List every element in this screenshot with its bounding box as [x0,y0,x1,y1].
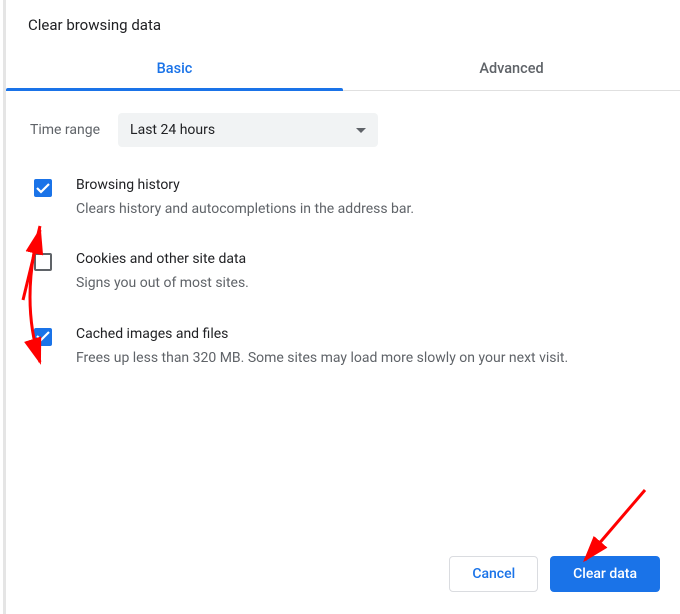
option-description: Signs you out of most sites. [76,273,652,293]
clear-browsing-data-dialog: Clear browsing data Basic Advanced Time … [3,0,680,614]
chevron-down-icon [356,122,366,138]
time-range-label: Time range [30,122,100,138]
button-label: Cancel [472,566,515,582]
cancel-button[interactable]: Cancel [449,556,538,592]
option-title: Cached images and files [76,326,652,342]
option-title: Cookies and other site data [76,251,652,267]
option-description: Frees up less than 320 MB. Some sites ma… [76,348,652,368]
option-texts: Browsing history Clears history and auto… [76,177,652,219]
checkmark-icon [36,331,50,342]
tab-bar: Basic Advanced [6,48,680,91]
tab-label: Advanced [479,60,543,77]
tab-basic[interactable]: Basic [6,48,343,90]
option-description: Clears history and autocompletions in th… [76,199,652,219]
checkmark-icon [36,183,50,194]
option-texts: Cookies and other site data Signs you ou… [76,251,652,293]
option-title: Browsing history [76,177,652,193]
button-label: Clear data [573,566,637,582]
time-range-select[interactable]: Last 24 hours [118,113,378,147]
dialog-footer: Cancel Clear data [6,544,680,614]
option-row-browsing-history: Browsing history Clears history and auto… [30,177,656,219]
option-texts: Cached images and files Frees up less th… [76,326,652,368]
checkbox-browsing-history[interactable] [34,179,52,197]
tab-advanced[interactable]: Advanced [343,48,680,90]
option-row-cookies: Cookies and other site data Signs you ou… [30,251,656,293]
checkbox-cached[interactable] [34,328,52,346]
clear-data-button[interactable]: Clear data [550,556,660,592]
time-range-value: Last 24 hours [130,122,215,138]
time-range-row: Time range Last 24 hours [30,113,656,147]
checkbox-cookies[interactable] [34,253,52,271]
dialog-body: Time range Last 24 hours Browsing histor… [6,91,680,544]
dialog-title: Clear browsing data [6,0,680,42]
tab-label: Basic [157,60,193,77]
option-row-cached: Cached images and files Frees up less th… [30,326,656,368]
